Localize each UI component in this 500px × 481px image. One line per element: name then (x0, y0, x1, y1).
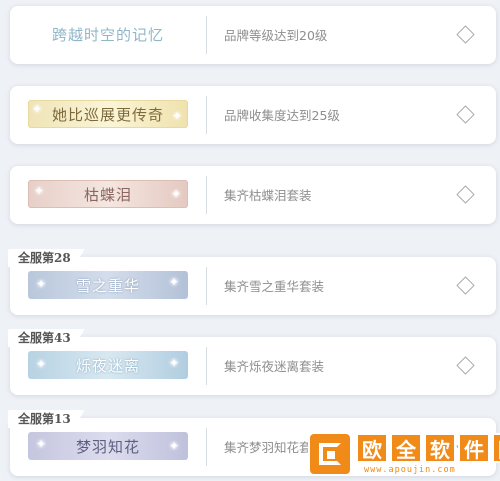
title-name: 跨越时空的记忆 (51, 25, 164, 44)
watermark-text: 欧 全 软 件 园 (356, 433, 500, 463)
diamond-outline-icon[interactable] (456, 185, 475, 204)
watermark-char: 全 (390, 433, 422, 463)
watermark-char: 园 (492, 433, 500, 463)
title-plate: ✦ 她比巡展更传奇 ✦ (28, 100, 188, 128)
server-rank-badge: 全服第28 (8, 249, 85, 267)
title-plate: ✦ 烁夜迷离 ✦ (28, 351, 188, 379)
title-name: 枯蝶泪 (83, 185, 132, 204)
diamond-outline-icon[interactable] (456, 356, 475, 375)
watermark-logo-icon (308, 432, 352, 476)
sparkle-icon: ✦ (168, 275, 180, 289)
title-card[interactable]: ✦ 烁夜迷离 ✦ 集齐烁夜迷离套装 (10, 337, 496, 395)
title-plate: ✦ 枯蝶泪 ✦ (28, 180, 188, 208)
card-divider (206, 16, 207, 54)
unlock-condition: 集齐雪之重华套装 (224, 279, 325, 294)
unlock-condition: 品牌等级达到20级 (224, 28, 328, 43)
card-divider (206, 428, 207, 466)
diamond-outline-icon[interactable] (456, 25, 475, 44)
sparkle-icon: ✦ (36, 357, 48, 371)
server-rank-badge: 全服第13 (8, 410, 85, 428)
title-card[interactable]: ✦ 枯蝶泪 ✦ 集齐枯蝶泪套装 (10, 166, 496, 224)
title-name: 梦羽知花 (75, 437, 140, 456)
card-divider (206, 176, 207, 214)
unlock-condition: 集齐枯蝶泪套装 (224, 188, 312, 203)
title-plate: ✦ 雪之重华 ✦ (28, 271, 188, 299)
achievement-title-list: 跨越时空的记忆 品牌等级达到20级 ✦ 她比巡展更传奇 ✦ 品牌收集度达到25级… (0, 0, 500, 481)
sparkle-icon: ✦ (32, 102, 44, 116)
sparkle-icon: ✦ (170, 187, 182, 201)
watermark-url: www.apoujin.com (364, 465, 456, 475)
sparkle-icon: ✦ (171, 109, 183, 123)
sparkle-icon: ✦ (168, 439, 180, 453)
sparkle-icon: ✦ (168, 356, 180, 370)
sparkle-icon: ✦ (36, 277, 48, 291)
title-name: 她比巡展更传奇 (51, 105, 164, 124)
unlock-condition: 品牌收集度达到25级 (224, 108, 340, 123)
site-watermark: 欧 全 软 件 园 www.apoujin.com (298, 430, 500, 481)
watermark-char: 软 (424, 433, 456, 463)
title-card[interactable]: ✦ 雪之重华 ✦ 集齐雪之重华套装 (10, 257, 496, 315)
diamond-outline-icon[interactable] (456, 276, 475, 295)
sparkle-icon: ✦ (34, 184, 46, 198)
title-plate: ✦ 梦羽知花 ✦ (28, 432, 188, 460)
diamond-outline-icon[interactable] (456, 105, 475, 124)
title-plate: 跨越时空的记忆 (28, 20, 188, 48)
title-card[interactable]: ✦ 她比巡展更传奇 ✦ 品牌收集度达到25级 (10, 86, 496, 144)
card-divider (206, 347, 207, 385)
server-rank-badge: 全服第43 (8, 329, 85, 347)
watermark-char: 欧 (356, 433, 388, 463)
title-name: 烁夜迷离 (75, 356, 140, 375)
sparkle-icon: ✦ (36, 437, 48, 451)
card-divider (206, 96, 207, 134)
unlock-condition: 集齐烁夜迷离套装 (224, 359, 325, 374)
title-name: 雪之重华 (75, 276, 140, 295)
title-card[interactable]: 跨越时空的记忆 品牌等级达到20级 (10, 6, 496, 64)
watermark-char: 件 (458, 433, 490, 463)
card-divider (206, 267, 207, 305)
